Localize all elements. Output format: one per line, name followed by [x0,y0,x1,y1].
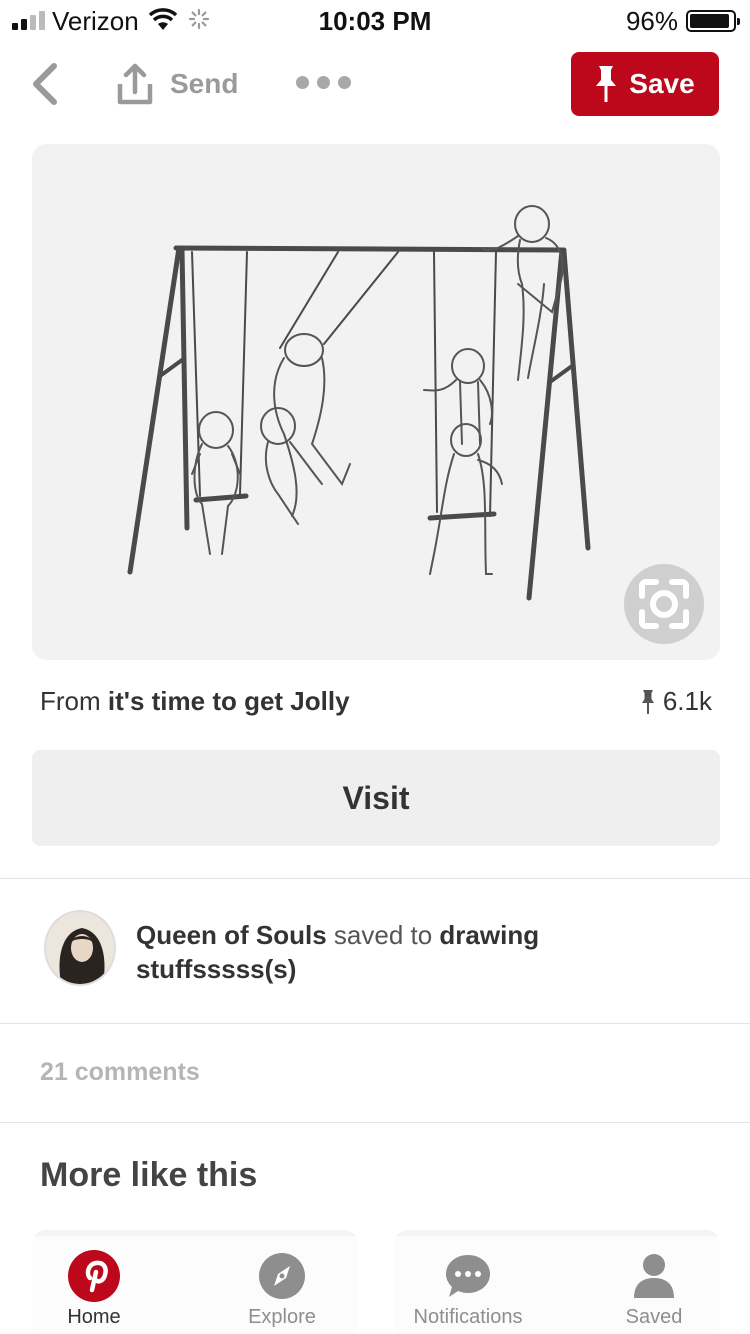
tab-explore[interactable]: Explore [202,1250,362,1329]
divider [0,1023,750,1024]
send-label: Send [170,68,239,99]
bottom-tab-bar: Home Explore Notifications Saved [0,1236,750,1334]
tab-saved[interactable]: Saved [574,1250,734,1329]
avatar[interactable] [44,910,116,986]
tab-label: Home [67,1306,121,1328]
back-button[interactable] [26,62,66,106]
source-prefix: From [40,686,108,716]
source-link[interactable]: From it's time to get Jolly [40,686,350,717]
battery-percentage: 96% [625,6,678,36]
save-count: 6.1k [641,686,712,717]
status-bar: Verizon 10:03 PM 96% [0,0,750,40]
more-options-button[interactable] [296,76,351,89]
compass-icon [256,1250,308,1302]
visual-search-icon [639,579,689,629]
pushpin-icon [596,66,617,102]
section-title: More like this [40,1156,258,1194]
visual-search-button[interactable] [624,564,704,644]
person-icon [628,1250,680,1302]
divider [0,878,750,879]
chevron-left-icon [33,63,57,105]
attribution-text: Queen of Souls saved to drawing stuffsss… [136,918,636,986]
pinner-attribution: Queen of Souls saved to drawing stuffsss… [44,910,724,994]
visit-button[interactable]: Visit [32,750,720,846]
top-nav: Send Save [0,46,750,126]
tab-label: Explore [248,1306,316,1328]
pin-image[interactable] [32,144,720,660]
comments-link[interactable]: 21 comments [40,1058,200,1087]
source-name: it's time to get Jolly [107,686,350,716]
dot-icon [317,76,330,89]
saved-to-text: saved to [326,920,440,950]
battery-icon [686,10,740,32]
tab-home[interactable]: Home [14,1250,174,1329]
tab-notifications[interactable]: Notifications [388,1250,548,1329]
tab-label: Notifications [413,1306,523,1328]
save-button[interactable]: Save [571,52,719,116]
share-icon [117,63,153,105]
pinterest-logo-icon [68,1250,120,1302]
send-button[interactable]: Send [116,62,238,106]
avatar-image [46,912,114,984]
save-label: Save [629,68,695,99]
dot-icon [296,76,309,89]
dot-icon [338,76,351,89]
source-row: From it's time to get Jolly 6.1k [40,686,712,722]
speech-bubble-icon [442,1250,494,1302]
pinner-name[interactable]: Queen of Souls [136,920,327,950]
save-count-value: 6.1k [662,686,712,716]
pushpin-icon [641,689,654,714]
tab-label: Saved [625,1306,683,1328]
swing-set-drawing [127,205,591,601]
divider [0,1122,750,1123]
